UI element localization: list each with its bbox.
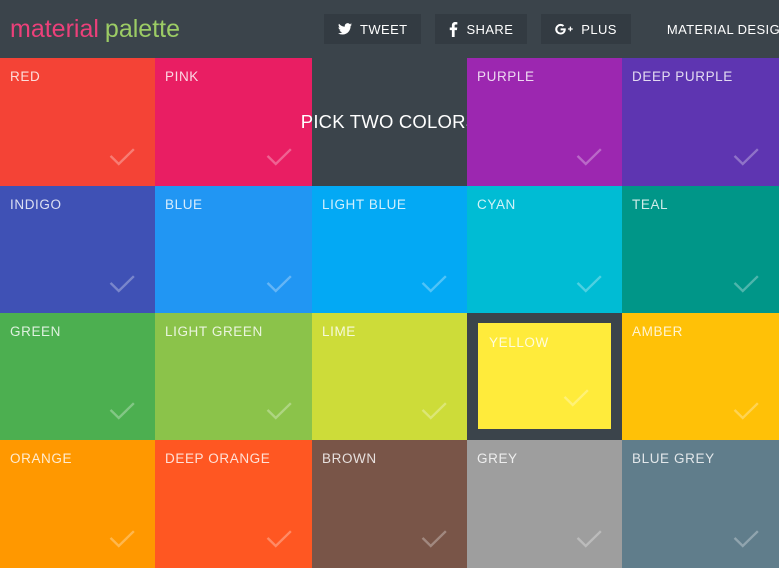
color-tile-lime[interactable]: LIME <box>312 313 467 440</box>
social-buttons: TWEET SHARE PLUS <box>324 14 631 44</box>
pick-two-colors-text: PICK TWO COLORS <box>301 111 478 133</box>
color-tile-label: LIGHT GREEN <box>165 324 263 339</box>
check-icon <box>264 269 294 299</box>
check-icon <box>264 396 294 426</box>
color-tile-light-blue[interactable]: LIGHT BLUE <box>312 186 467 313</box>
check-icon <box>107 269 137 299</box>
tweet-button-label: TWEET <box>360 22 408 37</box>
color-tile-label: BLUE GREY <box>632 451 715 466</box>
check-icon <box>574 524 604 554</box>
color-tile-label: ORANGE <box>10 451 72 466</box>
color-tile-yellow[interactable]: YELLOW <box>467 313 622 440</box>
color-tile-label: LIGHT BLUE <box>322 197 407 212</box>
color-tile-pink[interactable]: PINK <box>155 58 312 186</box>
google-plus-icon <box>555 23 573 36</box>
color-tile-label: TEAL <box>632 197 668 212</box>
check-icon <box>419 524 449 554</box>
facebook-icon <box>449 22 458 37</box>
color-tile-label: BLUE <box>165 197 203 212</box>
color-tile-label: CYAN <box>477 197 516 212</box>
app-header: materialpalette TWEET SHARE <box>0 0 779 58</box>
color-tile-label: DEEP ORANGE <box>165 451 270 466</box>
check-icon <box>731 396 761 426</box>
color-tile-label: PURPLE <box>477 69 535 84</box>
color-tile-indigo[interactable]: INDIGO <box>0 186 155 313</box>
brand-word-material: material <box>10 15 99 43</box>
twitter-icon <box>338 23 352 35</box>
color-tile-green[interactable]: GREEN <box>0 313 155 440</box>
color-tile-grey[interactable]: GREY <box>467 440 622 568</box>
color-tile-label: BROWN <box>322 451 377 466</box>
color-tile-light-green[interactable]: LIGHT GREEN <box>155 313 312 440</box>
check-icon <box>107 524 137 554</box>
color-tile-label: RED <box>10 69 40 84</box>
share-button[interactable]: SHARE <box>435 14 527 44</box>
check-icon <box>107 396 137 426</box>
color-tile-red[interactable]: RED <box>0 58 155 186</box>
color-swatch-yellow: YELLOW <box>478 323 611 429</box>
check-icon <box>574 269 604 299</box>
color-tile-label: GREEN <box>10 324 61 339</box>
header-links: MATERIAL DESIGN EXAMPLES <box>667 22 779 37</box>
color-tile-deep-purple[interactable]: DEEP PURPLE <box>622 58 779 186</box>
color-tile-label: DEEP PURPLE <box>632 69 733 84</box>
color-tile-blue[interactable]: BLUE <box>155 186 312 313</box>
check-icon <box>731 269 761 299</box>
color-palette-grid: RED PINK PICK TWO COLORS PURPLE DEEP PURPLE I… <box>0 58 779 568</box>
check-icon <box>264 524 294 554</box>
material-design-link[interactable]: MATERIAL DESIGN <box>667 22 779 37</box>
check-icon <box>419 269 449 299</box>
pick-two-colors-prompt: PICK TWO COLORS <box>312 58 467 186</box>
color-tile-amber[interactable]: AMBER <box>622 313 779 440</box>
color-tile-label: AMBER <box>632 324 683 339</box>
share-button-label: SHARE <box>466 22 513 37</box>
plus-button-label: PLUS <box>581 22 617 37</box>
color-tile-label: GREY <box>477 451 518 466</box>
check-icon <box>574 142 604 172</box>
brand-word-palette: palette <box>105 15 180 43</box>
color-tile-deep-orange[interactable]: DEEP ORANGE <box>155 440 312 568</box>
color-tile-blue-grey[interactable]: BLUE GREY <box>622 440 779 568</box>
check-icon <box>731 524 761 554</box>
color-tile-teal[interactable]: TEAL <box>622 186 779 313</box>
color-tile-label: INDIGO <box>10 197 62 212</box>
tweet-button[interactable]: TWEET <box>324 14 422 44</box>
color-tile-orange[interactable]: ORANGE <box>0 440 155 568</box>
plus-button[interactable]: PLUS <box>541 14 631 44</box>
brand-logo[interactable]: materialpalette <box>10 17 180 42</box>
color-tile-label: LIME <box>322 324 356 339</box>
color-tile-label: YELLOW <box>489 335 549 350</box>
color-tile-cyan[interactable]: CYAN <box>467 186 622 313</box>
color-tile-label: PINK <box>165 69 199 84</box>
check-icon <box>419 396 449 426</box>
check-icon <box>107 142 137 172</box>
color-tile-brown[interactable]: BROWN <box>312 440 467 568</box>
check-icon <box>264 142 294 172</box>
check-icon <box>561 383 591 413</box>
color-tile-purple[interactable]: PURPLE <box>467 58 622 186</box>
check-icon <box>731 142 761 172</box>
